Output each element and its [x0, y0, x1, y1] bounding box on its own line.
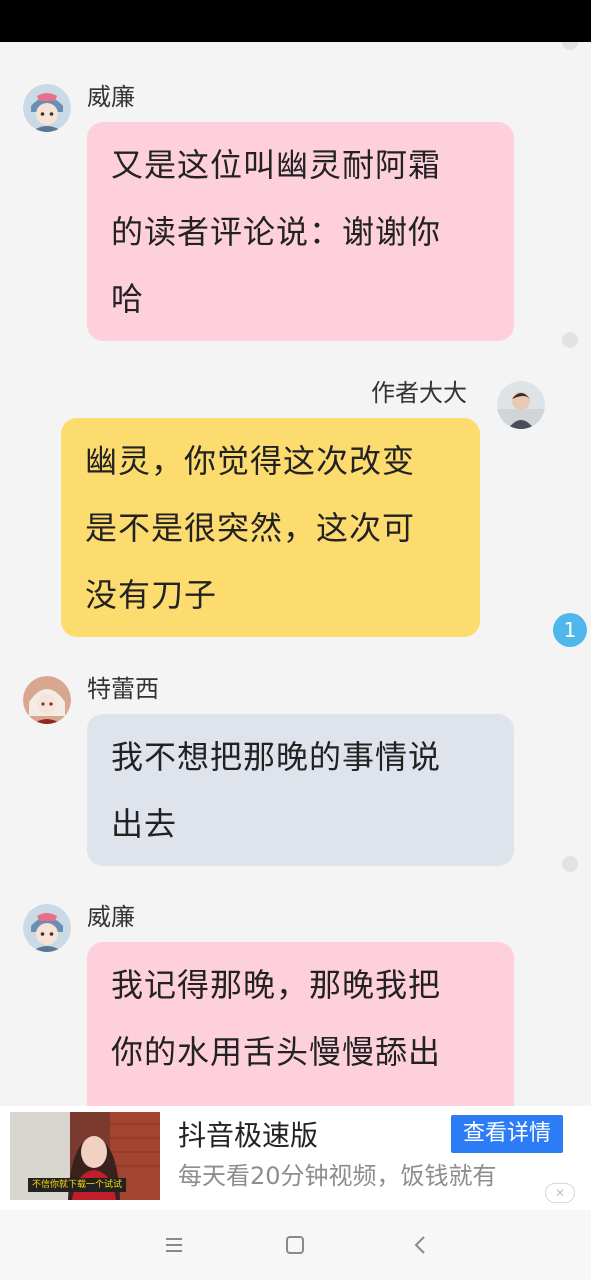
- message-bubble[interactable]: 我不想把那晚的事情说 出去: [87, 714, 514, 866]
- ad-view-details-button[interactable]: 查看详情: [451, 1115, 563, 1153]
- message-line: 我记得那晚，那晚我把: [111, 966, 442, 1004]
- message-line: 幽灵，你觉得这次改变: [85, 442, 416, 480]
- ad-banner[interactable]: 不信你就下载一个试试 抖音极速版 每天看20分钟视频，饭钱就有 查看详情: [0, 1106, 591, 1210]
- message-line: 哈: [111, 280, 145, 318]
- message-line: 的读者评论说：谢谢你: [111, 213, 442, 251]
- message-line: 又是这位叫幽灵耐阿霜: [111, 146, 442, 184]
- avatar-tracy[interactable]: [23, 676, 71, 724]
- message-bubble[interactable]: 又是这位叫幽灵耐阿霜 的读者评论说：谢谢你 哈: [87, 122, 514, 341]
- scroll-indicator-dot: [562, 332, 578, 348]
- avatar-william[interactable]: [23, 904, 71, 952]
- message-line: 没有刀子: [85, 576, 218, 614]
- system-nav-bar: [0, 1210, 591, 1280]
- ad-title[interactable]: 抖音极速版: [178, 1116, 318, 1156]
- ad-subtitle: 每天看20分钟视频，饭钱就有: [178, 1162, 497, 1190]
- status-bar: [0, 0, 591, 42]
- message-line: 出去: [111, 805, 178, 843]
- message-line: 你的水用舌头慢慢舔出: [111, 1033, 442, 1071]
- scroll-indicator-dot: [562, 42, 578, 50]
- ad-thumb-caption: 不信你就下载一个试试: [28, 1178, 127, 1192]
- sender-name: 特蕾西: [87, 675, 159, 703]
- sender-name: 作者大大: [371, 379, 467, 407]
- back-chevron-icon[interactable]: [403, 1228, 437, 1262]
- message-line: 是不是很突然，这次可: [85, 509, 416, 547]
- menu-icon[interactable]: [157, 1228, 191, 1262]
- scroll-indicator-dot: [562, 856, 578, 872]
- avatar-author[interactable]: [497, 381, 545, 429]
- message-bubble[interactable]: 我记得那晚，那晚我把 你的水用舌头慢慢舔出: [87, 942, 514, 1106]
- ad-close-icon[interactable]: ✕: [545, 1183, 575, 1203]
- home-square-icon[interactable]: [278, 1228, 312, 1262]
- message-line: 我不想把那晚的事情说: [111, 738, 442, 776]
- sender-name: 威廉: [87, 903, 135, 931]
- sender-name: 威廉: [87, 83, 135, 111]
- chat-area[interactable]: 威廉 又是这位叫幽灵耐阿霜 的读者评论说：谢谢你 哈 作者大大 幽灵，你觉得这次…: [0, 42, 591, 1106]
- message-bubble[interactable]: 幽灵，你觉得这次改变 是不是很突然，这次可 没有刀子: [61, 418, 480, 637]
- unread-badge[interactable]: 1: [553, 613, 587, 647]
- avatar-william[interactable]: [23, 84, 71, 132]
- ad-thumbnail[interactable]: 不信你就下载一个试试: [10, 1112, 160, 1200]
